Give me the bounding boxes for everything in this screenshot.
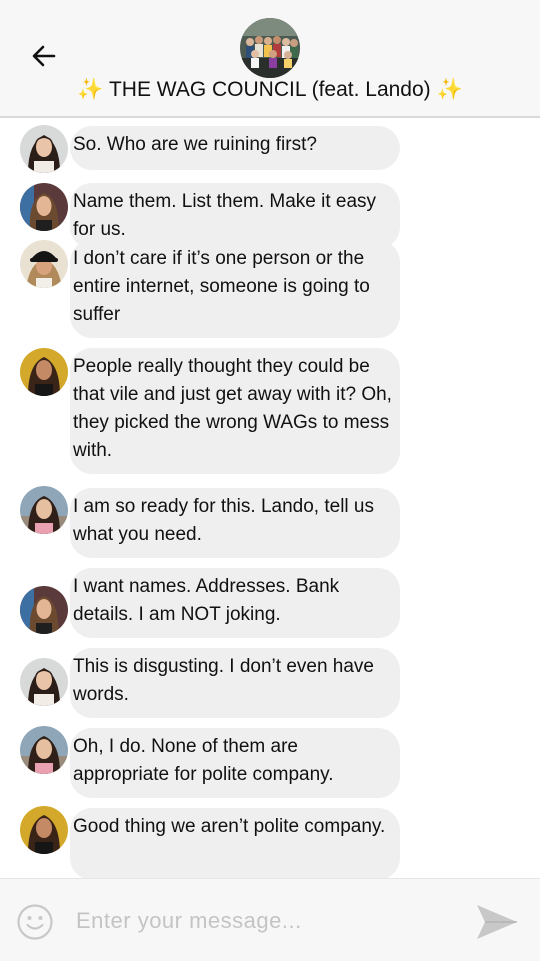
sender-avatar[interactable] bbox=[20, 125, 68, 173]
group-photo-icon bbox=[240, 18, 300, 78]
sender-avatar[interactable] bbox=[20, 348, 68, 396]
message-bubble[interactable]: Oh, I do. None of them are appropriate f… bbox=[70, 728, 400, 798]
avatar-b-icon bbox=[20, 183, 68, 231]
sender-avatar[interactable] bbox=[20, 240, 68, 288]
sender-avatar[interactable] bbox=[20, 183, 68, 231]
avatar-d-icon bbox=[20, 348, 68, 396]
message-bubble[interactable]: People really thought they could be that… bbox=[70, 348, 400, 474]
sender-avatar[interactable] bbox=[20, 586, 68, 634]
avatar-e-icon bbox=[20, 486, 68, 534]
message-list[interactable]: So. Who are we ruining first? Name them.… bbox=[0, 118, 540, 878]
message-bubble[interactable]: I want names. Addresses. Bank details. I… bbox=[70, 568, 400, 638]
sender-avatar[interactable] bbox=[20, 806, 68, 854]
message-bubble[interactable]: This is disgusting. I don’t even have wo… bbox=[70, 648, 400, 718]
sparkle-icon: ✨ bbox=[436, 78, 463, 101]
message-input[interactable] bbox=[76, 901, 456, 941]
group-avatar[interactable] bbox=[240, 18, 300, 78]
sender-avatar[interactable] bbox=[20, 726, 68, 774]
avatar-c-icon bbox=[20, 240, 68, 288]
send-button[interactable] bbox=[474, 902, 520, 942]
group-title-text: THE WAG COUNCIL (feat. Lando) bbox=[108, 78, 431, 101]
chat-header: ✨ THE WAG COUNCIL (feat. Lando) ✨ bbox=[0, 0, 540, 118]
sparkle-icon: ✨ bbox=[77, 78, 104, 101]
arrow-left-icon bbox=[32, 45, 56, 67]
message-bubble[interactable]: I am so ready for this. Lando, tell us w… bbox=[70, 488, 400, 558]
emoji-button[interactable] bbox=[16, 903, 54, 941]
message-composer bbox=[0, 878, 540, 961]
message-bubble[interactable]: I don’t care if it’s one person or the e… bbox=[70, 240, 400, 338]
send-icon bbox=[477, 905, 517, 939]
message-bubble[interactable]: So. Who are we ruining first? bbox=[70, 126, 400, 170]
avatar-e-icon bbox=[20, 726, 68, 774]
smiley-icon bbox=[17, 904, 53, 940]
sender-avatar[interactable] bbox=[20, 486, 68, 534]
back-button[interactable] bbox=[26, 38, 62, 74]
avatar-b-icon bbox=[20, 586, 68, 634]
avatar-a-icon bbox=[20, 658, 68, 706]
group-title: ✨ THE WAG COUNCIL (feat. Lando) ✨ bbox=[0, 74, 540, 106]
sender-avatar[interactable] bbox=[20, 658, 68, 706]
avatar-d-icon bbox=[20, 806, 68, 854]
message-bubble[interactable]: Good thing we aren’t polite company. bbox=[70, 808, 400, 878]
avatar-a-icon bbox=[20, 125, 68, 173]
